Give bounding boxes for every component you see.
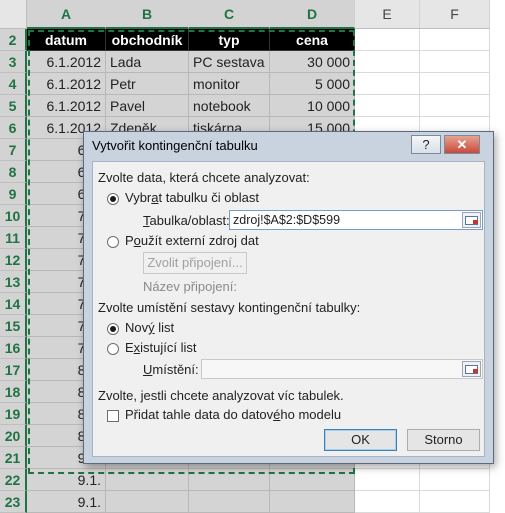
row-header[interactable]: 7 [0, 139, 27, 161]
table-cell[interactable]: 6.1.2012 [27, 73, 106, 95]
radio-existing-sheet-label[interactable]: Existující list [125, 340, 197, 355]
help-button[interactable]: ? [411, 135, 441, 154]
row-header[interactable]: 10 [0, 205, 27, 227]
table-header-cell[interactable]: typ [189, 29, 270, 51]
row-header[interactable]: 2 [0, 29, 27, 51]
table-cell[interactable]: Lada [106, 51, 189, 73]
row-header[interactable]: 15 [0, 315, 27, 337]
collapse-range-icon[interactable] [462, 212, 481, 228]
row-header[interactable]: 6 [0, 117, 27, 139]
table-cell[interactable]: 6.1.2012 [27, 51, 106, 73]
table-header-cell[interactable]: cena [270, 29, 355, 51]
row-header[interactable]: 3 [0, 51, 27, 73]
location-input[interactable] [201, 359, 483, 379]
column-header[interactable]: F [420, 0, 490, 29]
table-cell[interactable]: notebook [189, 95, 270, 117]
table-range-label: Tabulka/oblast: [143, 213, 230, 228]
row-header[interactable]: 21 [0, 447, 27, 469]
row-header[interactable]: 19 [0, 403, 27, 425]
location-label: Umístění: [143, 362, 199, 377]
row-header[interactable]: 4 [0, 73, 27, 95]
add-to-data-model-label[interactable]: Přidat tahle data do datového modelu [125, 407, 341, 422]
table-cell[interactable]: 6.1.2012 [27, 95, 106, 117]
cancel-button[interactable]: Storno [407, 429, 480, 451]
table-cell[interactable] [106, 491, 189, 513]
section-analyze-label: Zvolte data, která chcete analyzovat: [98, 170, 310, 185]
dialog-body: Zvolte data, která chcete analyzovat: Vy… [92, 161, 485, 457]
table-cell[interactable]: 5 000 [270, 73, 355, 95]
table-cell[interactable] [355, 51, 420, 73]
row-header[interactable]: 16 [0, 337, 27, 359]
radio-select-table[interactable] [107, 193, 119, 205]
table-cell[interactable] [420, 73, 490, 95]
table-cell[interactable] [355, 469, 420, 491]
table-header-cell[interactable]: obchodník [106, 29, 189, 51]
column-header[interactable]: E [355, 0, 420, 29]
row-header[interactable]: 22 [0, 469, 27, 491]
close-button[interactable]: ✕ [444, 135, 480, 154]
section-multiple-tables-label: Zvolte, jestli chcete analyzovat víc tab… [98, 388, 344, 403]
table-cell[interactable] [189, 491, 270, 513]
row-header[interactable]: 13 [0, 271, 27, 293]
table-cell[interactable] [420, 95, 490, 117]
column-header[interactable]: A [27, 0, 106, 29]
column-header[interactable]: C [189, 0, 270, 29]
radio-existing-sheet[interactable] [107, 343, 119, 355]
row-header[interactable]: 20 [0, 425, 27, 447]
table-range-input[interactable]: zdroj!$A$2:$D$599 [229, 210, 483, 230]
radio-select-table-label[interactable]: Vybrat tabulku či oblast [125, 190, 259, 205]
column-header[interactable]: B [106, 0, 189, 29]
table-cell[interactable]: Pavel [106, 95, 189, 117]
connection-name-label: Název připojení: [143, 279, 237, 294]
table-cell[interactable] [420, 469, 490, 491]
section-location-label: Zvolte umístění sestavy kontingenční tab… [98, 300, 361, 315]
table-cell[interactable]: Petr [106, 73, 189, 95]
table-cell[interactable] [355, 95, 420, 117]
table-cell[interactable]: 30 000 [270, 51, 355, 73]
table-header-cell[interactable]: datum [27, 29, 106, 51]
table-cell[interactable] [270, 491, 355, 513]
add-to-data-model-checkbox[interactable] [107, 410, 119, 422]
row-header[interactable]: 17 [0, 359, 27, 381]
radio-new-sheet-label[interactable]: Nový list [125, 320, 174, 335]
table-cell[interactable] [355, 73, 420, 95]
table-cell[interactable] [106, 469, 189, 491]
radio-new-sheet[interactable] [107, 323, 119, 335]
table-cell[interactable]: 9.1. [27, 469, 106, 491]
table-cell[interactable] [355, 491, 420, 513]
table-cell[interactable] [270, 469, 355, 491]
create-pivot-dialog: Vytvořit kontingenční tabulku ? ✕ Zvolte… [83, 131, 494, 464]
table-cell[interactable] [189, 469, 270, 491]
row-header[interactable]: 23 [0, 491, 27, 513]
collapse-location-icon[interactable] [462, 361, 481, 377]
row-header[interactable]: 11 [0, 227, 27, 249]
row-header[interactable]: 5 [0, 95, 27, 117]
table-cell[interactable] [420, 51, 490, 73]
table-cell[interactable]: monitor [189, 73, 270, 95]
row-header[interactable]: 18 [0, 381, 27, 403]
table-cell[interactable] [420, 491, 490, 513]
select-all-corner[interactable] [0, 0, 27, 29]
radio-external-source-label[interactable]: Použít externí zdroj dat [125, 233, 259, 248]
row-header[interactable]: 9 [0, 183, 27, 205]
ok-button[interactable]: OK [324, 429, 397, 451]
table-cell[interactable] [355, 29, 420, 51]
row-header[interactable]: 12 [0, 249, 27, 271]
table-cell[interactable]: 9.1. [27, 491, 106, 513]
column-header[interactable]: D [270, 0, 355, 29]
table-cell[interactable]: 10 000 [270, 95, 355, 117]
radio-external-source[interactable] [107, 236, 119, 248]
table-cell[interactable] [420, 29, 490, 51]
choose-connection-button[interactable]: Zvolit připojení... [143, 252, 247, 274]
table-cell[interactable]: PC sestava [189, 51, 270, 73]
row-header[interactable]: 8 [0, 161, 27, 183]
row-header[interactable]: 14 [0, 293, 27, 315]
